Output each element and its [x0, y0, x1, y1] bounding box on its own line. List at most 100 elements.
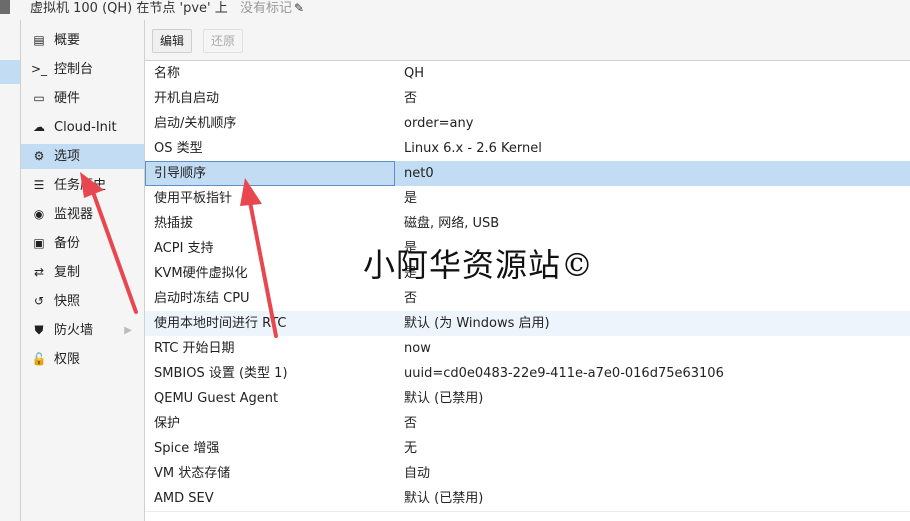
tags-placeholder: 没有标记	[240, 1, 293, 16]
sidebar-item-0[interactable]: ▤ 概要	[21, 28, 144, 53]
option-row[interactable]: Spice 增强 无	[145, 436, 910, 462]
sidebar-item-6[interactable]: ◉ 监视器	[21, 202, 144, 227]
option-value: now	[404, 341, 431, 356]
option-value: 默认 (为 Windows 启用)	[404, 316, 550, 331]
option-key: 启动/关机顺序	[154, 116, 237, 131]
sidebar-item-label: 防火墙	[54, 323, 94, 338]
sidebar-item-1[interactable]: >_ 控制台	[21, 57, 144, 82]
option-row[interactable]: VM 状态存储 自动	[145, 461, 910, 487]
window-title: 虚拟机 100 (QH) 在节点 'pve' 上	[30, 1, 228, 16]
resource-tree-strip[interactable]	[0, 0, 21, 521]
option-key: SMBIOS 设置 (类型 1)	[154, 366, 288, 381]
sidebar-item-9[interactable]: ↺ 快照	[21, 289, 144, 314]
sidebar-item-label: 复制	[54, 265, 81, 280]
shield-icon: ⛊	[34, 323, 44, 337]
option-value: uuid=cd0e0483-22e9-411e-a7e0-016d75e6310…	[404, 366, 724, 381]
terminal-icon: >_	[30, 62, 48, 76]
option-row[interactable]: 启动时冻结 CPU 否	[145, 286, 910, 312]
sidebar-item-5[interactable]: ☰ 任务历史	[21, 173, 144, 198]
unlock-icon: 🔓	[31, 352, 47, 366]
edit-button[interactable]: 编辑	[152, 29, 193, 53]
desktop-icon: ▭	[33, 91, 45, 105]
option-row[interactable]: 热插拔 磁盘, 网络, USB	[145, 211, 910, 237]
history-icon: ↺	[33, 294, 45, 308]
option-key: 引导顺序	[154, 166, 207, 181]
sidebar-item-7[interactable]: ▣ 备份	[21, 231, 144, 256]
sidebar-item-label: 快照	[54, 294, 81, 309]
option-row[interactable]: RTC 开始日期 now	[145, 336, 910, 362]
sidebar-item-label: 权限	[54, 352, 81, 367]
sidebar-item-label: 监视器	[54, 207, 94, 222]
option-value: 否	[404, 91, 418, 106]
option-row[interactable]: QEMU Guest Agent 默认 (已禁用)	[145, 386, 910, 412]
sidebar-item-4[interactable]: ⚙ 选项	[21, 144, 144, 169]
option-value: net0	[404, 166, 434, 181]
option-key: 启动时冻结 CPU	[154, 291, 250, 306]
option-row[interactable]: 使用本地时间进行 RTC 默认 (为 Windows 启用)	[145, 311, 910, 337]
retweet-icon: ⇄	[33, 265, 45, 279]
option-value: QH	[404, 66, 425, 81]
sidebar-item-3[interactable]: ☁ Cloud-Init	[21, 115, 144, 140]
option-key: AMD SEV	[154, 491, 214, 506]
pencil-icon[interactable]: ✎	[294, 1, 304, 15]
sidebar-item-label: 控制台	[54, 62, 94, 77]
vm-nav-sidebar: ▤ 概要 >_ 控制台 ▭ 硬件 ☁ Cloud-Init ⚙ 选项 ☰ 任务历史 ◉ 监视器 ▣ 备份 ⇄ 复制…	[21, 20, 145, 521]
sidebar-item-10[interactable]: ⛊ 防火墙 ▶	[21, 318, 144, 343]
option-row[interactable]: 名称 QH	[145, 61, 910, 87]
option-row[interactable]: AMD SEV 默认 (已禁用)	[145, 486, 910, 512]
option-value: 默认 (已禁用)	[404, 391, 484, 406]
sidebar-item-label: 选项	[54, 149, 81, 164]
list-icon: ☰	[33, 178, 45, 192]
option-key: ACPI 支持	[154, 241, 214, 256]
option-row[interactable]: SMBIOS 设置 (类型 1) uuid=cd0e0483-22e9-411e-…	[145, 361, 910, 387]
option-key: OS 类型	[154, 141, 203, 156]
option-value: Linux 6.x - 2.6 Kernel	[404, 141, 542, 156]
option-value: 是	[404, 191, 418, 206]
option-key: 热插拔	[154, 216, 194, 231]
option-key: 使用本地时间进行 RTC	[154, 316, 287, 331]
option-value: 磁盘, 网络, USB	[404, 216, 500, 231]
book-icon: ▤	[33, 33, 45, 47]
option-value: 无	[404, 441, 418, 456]
option-value: 自动	[404, 466, 431, 481]
option-key: 开机自启动	[154, 91, 220, 106]
sidebar-item-11[interactable]: 🔓 权限	[21, 347, 144, 372]
sidebar-item-2[interactable]: ▭ 硬件	[21, 86, 144, 111]
option-value: order=any	[404, 116, 474, 131]
option-value: 默认 (已禁用)	[404, 491, 484, 506]
option-key: QEMU Guest Agent	[154, 391, 279, 406]
option-value: 否	[404, 291, 418, 306]
sidebar-item-label: 概要	[54, 33, 81, 48]
option-value: 否	[404, 416, 418, 431]
option-row[interactable]: 使用平板指针 是	[145, 186, 910, 212]
sidebar-item-label: 任务历史	[54, 178, 107, 193]
expand-chevron-icon[interactable]: ▶	[124, 318, 132, 343]
option-row[interactable]: OS 类型 Linux 6.x - 2.6 Kernel	[145, 136, 910, 162]
eye-icon: ◉	[33, 207, 45, 221]
sidebar-item-label: 备份	[54, 236, 81, 251]
sidebar-item-label: 硬件	[54, 91, 81, 106]
tree-node-icon	[0, 0, 10, 14]
window-titlebar: 虚拟机 100 (QH) 在节点 'pve' 上 没有标记 ✎	[0, 0, 910, 21]
sidebar-item-8[interactable]: ⇄ 复制	[21, 260, 144, 285]
option-key: Spice 增强	[154, 441, 220, 456]
tags-field[interactable]: 没有标记 ✎	[240, 0, 304, 16]
option-row[interactable]: 开机自启动 否	[145, 86, 910, 112]
tree-selected-node[interactable]	[0, 60, 20, 84]
option-row[interactable]: 保护 否	[145, 411, 910, 437]
option-key: RTC 开始日期	[154, 341, 235, 356]
cloud-icon: ☁	[33, 120, 45, 134]
option-row[interactable]: 启动/关机顺序 order=any	[145, 111, 910, 137]
option-key: VM 状态存储	[154, 466, 231, 481]
floppy-icon: ▣	[33, 236, 45, 250]
option-key: 使用平板指针	[154, 191, 233, 206]
options-toolbar: 编辑 还原	[145, 20, 910, 61]
watermark-text: 小阿华资源站©	[363, 246, 595, 284]
option-key: 保护	[154, 416, 181, 431]
gear-icon: ⚙	[33, 149, 45, 163]
sidebar-item-label: Cloud-Init	[54, 120, 117, 135]
option-key: 名称	[154, 66, 181, 81]
option-row[interactable]: 引导顺序 net0	[145, 161, 910, 187]
revert-button[interactable]: 还原	[203, 29, 244, 53]
option-key: KVM硬件虚拟化	[154, 266, 248, 281]
